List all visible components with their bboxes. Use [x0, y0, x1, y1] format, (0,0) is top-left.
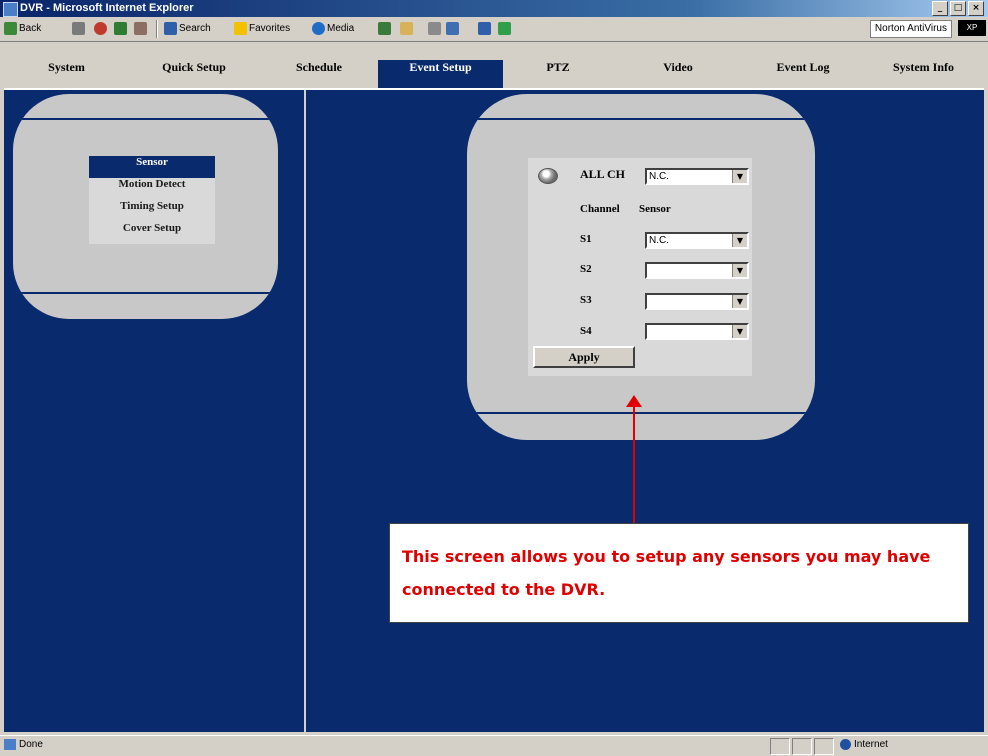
callout-arrow-line [633, 403, 635, 538]
nav-ptz[interactable]: PTZ [503, 60, 613, 88]
channel-label-s3: S3 [580, 294, 592, 306]
ie-icon [3, 2, 18, 17]
submenu-panel: Sensor Motion Detect Timing Setup Cover … [13, 94, 278, 319]
nav-system[interactable]: System [4, 60, 129, 88]
print-icon [428, 22, 441, 35]
home-button[interactable] [134, 22, 147, 35]
chevron-down-icon: ▼ [732, 295, 747, 308]
browser-window: DVR - Microsoft Internet Explorer _ □ × … [0, 0, 988, 756]
maximize-button[interactable]: □ [950, 1, 966, 16]
media-icon [312, 22, 325, 35]
discuss-icon [478, 22, 491, 35]
all-ch-radio[interactable] [538, 168, 558, 184]
messenger-button[interactable] [498, 22, 511, 35]
header-sensor: Sensor [639, 203, 671, 215]
nav-schedule[interactable]: Schedule [259, 60, 379, 88]
page-icon [4, 739, 16, 750]
status-done: Done [4, 739, 43, 750]
browser-toolbar: Back Search Favorites Media Norton AntiV… [0, 17, 988, 42]
status-cell [792, 738, 812, 755]
chevron-down-icon: ▼ [732, 170, 747, 183]
mail-icon [400, 22, 413, 35]
stop-icon [94, 22, 107, 35]
history-button[interactable] [378, 22, 391, 35]
discuss-button[interactable] [478, 22, 491, 35]
close-button[interactable]: × [968, 1, 984, 16]
home-icon [134, 22, 147, 35]
sensor-select-s1[interactable]: N.C. ▼ [645, 232, 749, 249]
forward-arrow-icon [72, 22, 85, 35]
channel-label-s2: S2 [580, 263, 592, 275]
event-submenu: Sensor Motion Detect Timing Setup Cover … [89, 156, 215, 244]
apply-button[interactable]: Apply [533, 346, 635, 368]
back-arrow-icon [4, 22, 17, 35]
right-frame: ALL CH N.C. ▼ Channel Sensor S1 N.C. ▼ S… [306, 90, 984, 732]
nav-event-log[interactable]: Event Log [743, 60, 863, 88]
forward-button[interactable] [72, 22, 85, 35]
channel-label-s1: S1 [580, 233, 592, 245]
nav-event-setup[interactable]: Event Setup [378, 60, 503, 88]
edit-button[interactable] [446, 22, 459, 35]
globe-icon [840, 739, 851, 750]
refresh-icon [114, 22, 127, 35]
submenu-cover-setup[interactable]: Cover Setup [89, 222, 215, 244]
submenu-sensor[interactable]: Sensor [89, 156, 215, 178]
panel-rule [13, 292, 278, 294]
windows-logo: XP [958, 20, 986, 36]
window-title: DVR - Microsoft Internet Explorer [20, 2, 194, 14]
sensor-select-s4[interactable]: ▼ [645, 323, 749, 340]
panel-rule [13, 118, 278, 120]
title-bar: DVR - Microsoft Internet Explorer _ □ × [0, 0, 988, 17]
refresh-button[interactable] [114, 22, 127, 35]
status-cell [770, 738, 790, 755]
chevron-down-icon: ▼ [732, 264, 747, 277]
sensor-form: ALL CH N.C. ▼ Channel Sensor S1 N.C. ▼ S… [528, 158, 752, 376]
toolbar-separator [156, 20, 158, 38]
print-button[interactable] [428, 22, 441, 35]
annotation-callout: This screen allows you to setup any sens… [389, 523, 969, 623]
panel-rule [467, 118, 815, 120]
main-nav: System Quick Setup Schedule Event Setup … [4, 60, 984, 90]
status-cell [814, 738, 834, 755]
nav-video[interactable]: Video [613, 60, 743, 88]
mail-button[interactable] [400, 22, 413, 35]
history-icon [378, 22, 391, 35]
submenu-motion-detect[interactable]: Motion Detect [89, 178, 215, 200]
all-ch-label: ALL CH [580, 167, 626, 181]
search-icon [164, 22, 177, 35]
sensor-select-s3[interactable]: ▼ [645, 293, 749, 310]
stop-button[interactable] [94, 22, 107, 35]
favorites-icon [234, 22, 247, 35]
messenger-icon [498, 22, 511, 35]
norton-antivirus-button[interactable]: Norton AntiVirus [869, 20, 952, 38]
chevron-down-icon: ▼ [732, 234, 747, 247]
window-controls: _ □ × [932, 1, 984, 16]
search-button[interactable]: Search [164, 22, 211, 35]
submenu-timing-setup[interactable]: Timing Setup [89, 200, 215, 222]
sensor-select-s2[interactable]: ▼ [645, 262, 749, 279]
callout-arrow-head [626, 395, 642, 407]
status-zone: Internet [840, 739, 888, 750]
back-button[interactable]: Back [4, 22, 41, 35]
nav-system-info[interactable]: System Info [863, 60, 984, 88]
header-channel: Channel [580, 203, 620, 215]
all-ch-select[interactable]: N.C. ▼ [645, 168, 749, 185]
sensor-panel: ALL CH N.C. ▼ Channel Sensor S1 N.C. ▼ S… [467, 94, 815, 440]
media-button[interactable]: Media [312, 22, 354, 35]
minimize-button[interactable]: _ [932, 1, 948, 16]
favorites-button[interactable]: Favorites [234, 22, 290, 35]
status-bar: Done Internet [0, 735, 988, 756]
panel-rule [467, 412, 815, 414]
left-frame: Sensor Motion Detect Timing Setup Cover … [4, 90, 304, 732]
edit-icon [446, 22, 459, 35]
channel-label-s4: S4 [580, 325, 592, 337]
chevron-down-icon: ▼ [732, 325, 747, 338]
nav-quick-setup[interactable]: Quick Setup [129, 60, 259, 88]
